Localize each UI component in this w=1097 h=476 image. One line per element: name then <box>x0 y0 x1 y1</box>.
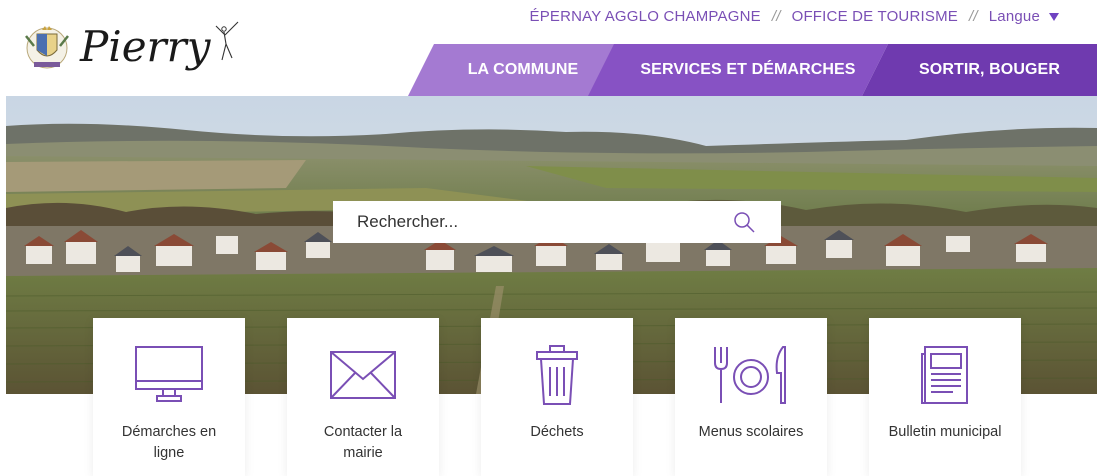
nav-label: LA COMMUNE <box>467 61 579 78</box>
town-crest-icon <box>25 26 69 69</box>
quick-link-label: Déchets <box>530 424 584 440</box>
quick-link-dechets[interactable]: Déchets <box>481 318 633 476</box>
nav-services-demarches[interactable]: SERVICES ET DÉMARCHES <box>588 44 888 96</box>
separator: // <box>968 8 978 25</box>
quick-link-contact-mairie[interactable]: Contacter la mairie <box>287 318 439 476</box>
nav-label: SORTIR, BOUGER <box>919 61 1060 78</box>
quick-link-demarches[interactable]: Démarches en ligne <box>93 318 245 476</box>
utility-links: ÉPERNAY AGGLO CHAMPAGNE // OFFICE DE TOU… <box>529 8 1059 25</box>
envelope-icon <box>330 351 396 399</box>
trash-bin-icon <box>536 345 578 405</box>
separator: // <box>771 8 781 25</box>
nav-sortir-bouger[interactable]: SORTIR, BOUGER <box>862 44 1097 96</box>
search-bar <box>333 201 781 243</box>
main-navigation: LA COMMUNE SERVICES ET DÉMARCHES SORTIR,… <box>408 44 1097 96</box>
site-logo[interactable]: Pierry <box>20 21 242 72</box>
monitor-icon <box>135 346 203 402</box>
dancer-figure-icon <box>216 21 239 61</box>
search-input[interactable] <box>357 212 697 232</box>
tourism-office-link[interactable]: OFFICE DE TOURISME <box>792 8 958 25</box>
agglo-link[interactable]: ÉPERNAY AGGLO CHAMPAGNE <box>529 8 760 25</box>
quick-link-bulletin-municipal[interactable]: Bulletin municipal <box>869 318 1021 476</box>
search-button[interactable] <box>731 209 757 235</box>
search-icon <box>734 212 755 233</box>
quick-link-label: Démarches en ligne <box>121 424 217 461</box>
fork-plate-knife-icon <box>714 346 786 404</box>
site-name: Pierry <box>80 22 211 71</box>
quick-link-menus-scolaires[interactable]: Menus scolaires <box>675 318 827 476</box>
newspaper-icon <box>921 346 968 404</box>
quick-link-label: Contacter la mairie <box>323 424 403 461</box>
nav-label: SERVICES ET DÉMARCHES <box>640 61 856 78</box>
language-label: Langue <box>988 8 1040 25</box>
language-selector[interactable]: Langue <box>989 8 1059 25</box>
caret-down-icon <box>1049 12 1059 21</box>
quick-link-label: Menus scolaires <box>698 424 804 440</box>
quick-link-label: Bulletin municipal <box>888 424 1002 440</box>
